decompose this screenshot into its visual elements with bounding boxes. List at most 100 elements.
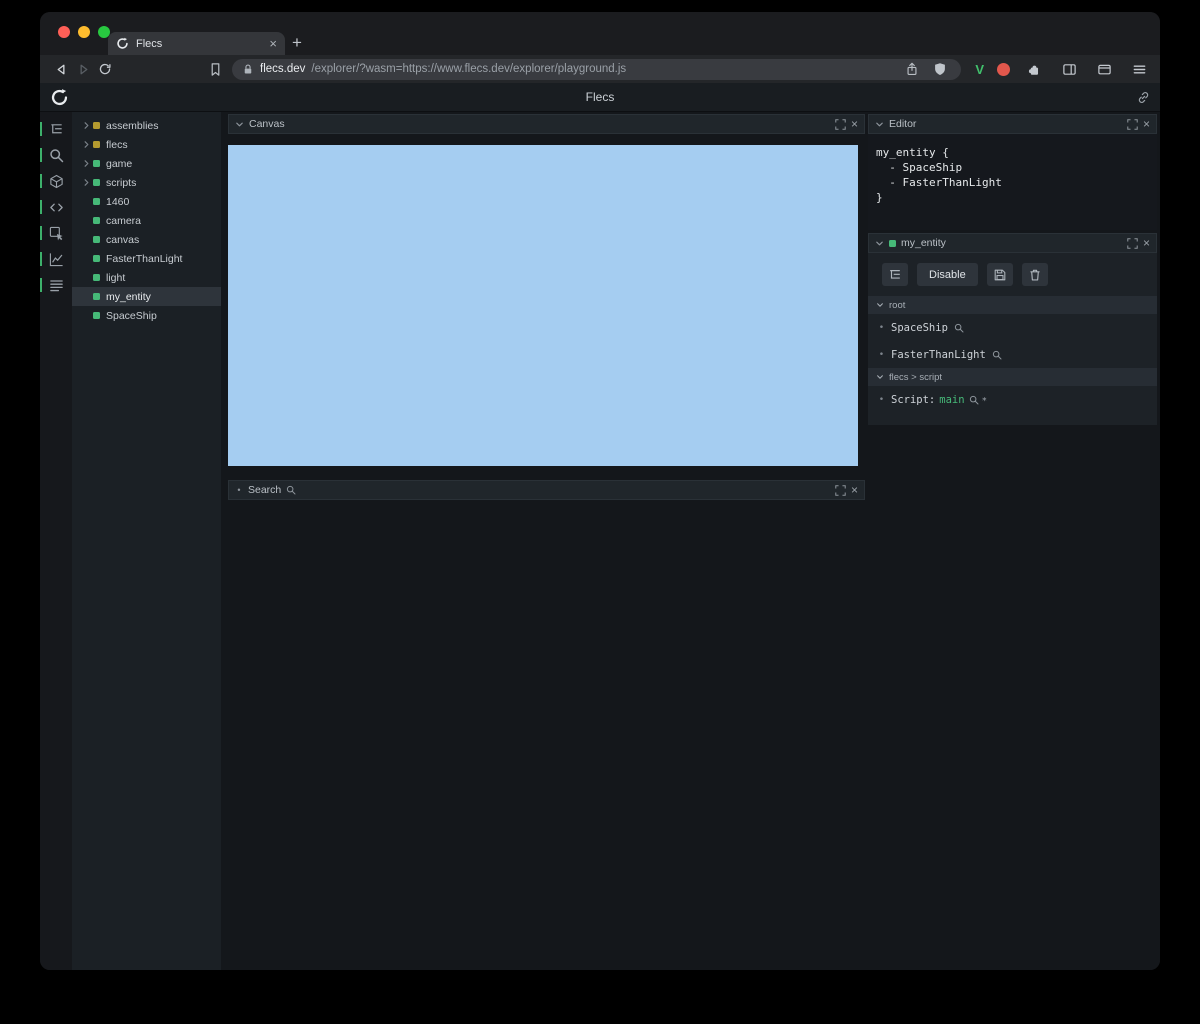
browser-tab[interactable]: Flecs × [108,32,285,55]
sidebar-entities-button[interactable] [40,173,72,189]
left-icon-sidebar [40,112,72,970]
chevron-right-icon[interactable] [82,121,93,130]
expand-icon[interactable] [835,485,846,496]
inspect-cursor-icon [49,226,64,241]
tree-item-spaceship[interactable]: SpaceShip [72,306,221,325]
window-minimize-button[interactable] [78,26,90,38]
expand-icon[interactable] [835,119,846,130]
tab-close-icon[interactable]: × [269,37,277,50]
entity-color-square [93,160,100,167]
sidebar-toggle-icon[interactable] [1058,58,1080,80]
editor-panel-title: Editor [889,118,917,130]
search-icon [49,148,64,163]
entity-color-square [93,312,100,319]
editor-panel-header: Editor × [868,114,1157,134]
section-header-flecs-script[interactable]: flecs > script [868,368,1157,386]
url-host: flecs.dev [260,63,306,75]
sidebar-search-button[interactable] [40,147,72,163]
tree-view-button[interactable] [882,263,908,286]
delete-button[interactable] [1021,263,1048,286]
extension-red-icon[interactable] [997,62,1010,76]
expand-icon[interactable] [1127,238,1138,249]
code-editor[interactable]: my_entity { - SpaceShip - FasterThanLigh… [868,134,1157,230]
editor-panel: Editor × my_entity { - SpaceShip - Faste… [868,114,1157,230]
search-panel-header: • Search × [228,480,865,500]
share-button[interactable] [901,59,923,80]
save-button[interactable] [986,263,1013,286]
active-indicator [40,200,42,214]
bullet-icon: • [878,322,885,333]
sidebar-editor-button[interactable] [40,199,72,215]
close-icon[interactable]: × [1143,118,1150,130]
search-icon[interactable] [992,350,1002,360]
chevron-down-icon[interactable] [875,120,884,129]
tree-item-scripts[interactable]: scripts [72,173,221,192]
chevron-down-icon [876,301,884,309]
sidebar-tree-button[interactable] [40,121,72,137]
address-bar[interactable]: flecs.dev/explorer/?wasm=https://www.fle… [232,58,962,80]
tree-item-my-entity[interactable]: my_entity [72,287,221,306]
chevron-right-icon[interactable] [82,178,93,187]
chevron-right-icon[interactable] [82,159,93,168]
back-button[interactable] [50,58,72,80]
tree-item-fasterthanlight[interactable]: FasterThanLight [72,249,221,268]
tree-item-label: game [106,157,133,170]
forward-button[interactable] [72,58,94,80]
browser-window: Flecs × + flecs.dev/explorer/?wasm=https… [40,12,1160,970]
close-icon[interactable]: × [851,484,858,496]
component-row-spaceship[interactable]: • SpaceShip [868,314,1157,341]
section-title: flecs > script [889,371,943,383]
tree-item-label: light [106,271,126,284]
section-header-root[interactable]: root [868,296,1157,314]
wallet-icon[interactable] [1093,58,1115,80]
reload-button[interactable] [94,58,116,80]
sidebar-queries-button[interactable] [40,277,72,293]
sidebar-stats-button[interactable] [40,251,72,267]
tree-item-label: camera [106,214,142,227]
panel-dot-icon[interactable]: • [235,485,243,495]
component-label: Script: [891,393,936,406]
entity-color-square [93,217,100,224]
chevron-down-icon[interactable] [875,239,884,248]
code-line: my_entity { [876,146,949,159]
window-close-button[interactable] [58,26,70,38]
trash-icon [1028,268,1042,282]
active-indicator [40,174,42,188]
search-icon[interactable] [954,323,964,333]
close-icon[interactable]: × [851,118,858,130]
component-row-fasterthanlight[interactable]: • FasterThanLight [868,341,1157,368]
canvas-surface[interactable] [228,145,858,466]
tree-item-label: 1460 [106,195,130,208]
app-header: Flecs [40,83,1160,112]
tree-item-assemblies[interactable]: assemblies [72,116,221,135]
section-title: root [889,299,906,311]
cube-icon [49,174,64,189]
entity-color-square [93,141,100,148]
chevron-down-icon[interactable] [235,120,244,129]
menu-icon[interactable] [1128,58,1150,80]
tree-item-label: flecs [106,138,128,151]
sidebar-inspect-button[interactable] [40,225,72,241]
component-row-script-main[interactable]: • Script: main ∗ [868,386,1157,413]
chart-icon [49,252,64,267]
tree-item-flecs[interactable]: flecs [72,135,221,154]
new-tab-button[interactable]: + [292,34,302,51]
tree-item-1460[interactable]: 1460 [72,192,221,211]
chevron-right-icon[interactable] [82,140,93,149]
extensions-puzzle-icon[interactable] [1023,58,1045,80]
search-icon[interactable] [969,395,979,405]
main-content: Canvas × • Search × Editor × my_entity {… [221,112,1160,970]
tree-item-light[interactable]: light [72,268,221,287]
brave-shield-icon[interactable] [929,59,951,80]
expand-icon[interactable] [1127,119,1138,130]
rows-icon [49,278,64,293]
tree-item-game[interactable]: game [72,154,221,173]
tree-item-camera[interactable]: camera [72,211,221,230]
app-body: assemblies flecs game scripts 1460 camer… [40,112,1160,970]
entity-panel-header: my_entity × [868,233,1157,253]
disable-button[interactable]: Disable [917,263,978,286]
bookmark-icon[interactable] [204,58,226,80]
tree-item-canvas[interactable]: canvas [72,230,221,249]
extension-v-icon[interactable]: V [975,62,984,77]
close-icon[interactable]: × [1143,237,1150,249]
